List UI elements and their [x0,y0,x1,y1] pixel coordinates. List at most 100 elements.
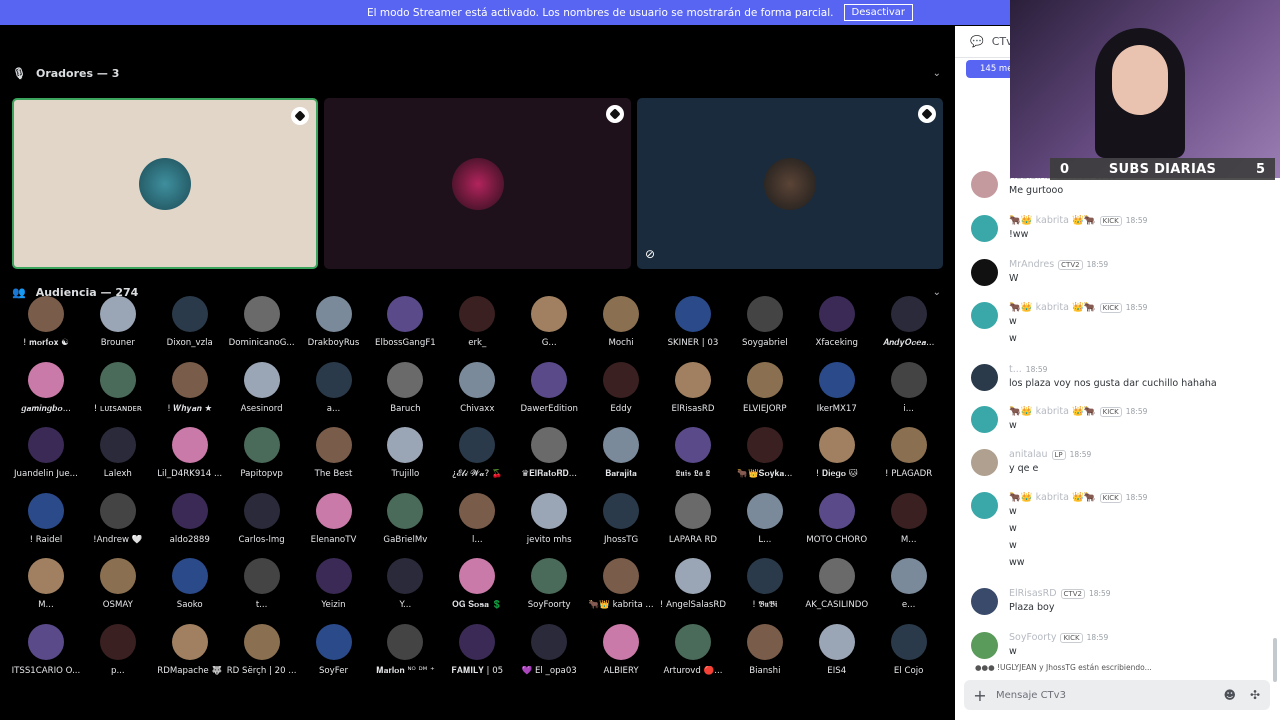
audience-member[interactable]: Dixon_vzla [154,294,226,360]
audience-member[interactable]: ElenanoTV [298,491,370,557]
scrollbar[interactable] [1273,638,1277,682]
message-author[interactable]: MrAndres [1009,259,1054,270]
audience-member[interactable]: 💜 El _opa03 [513,622,585,688]
audience-member[interactable]: OSMAY [82,556,154,622]
speakers-header[interactable]: 🎙 Oradores — 3 [12,63,119,83]
audience-member[interactable]: MOTO CHORO [801,491,873,557]
audience-member[interactable]: DrakboyRus [298,294,370,360]
audience-member[interactable]: Saoko [154,556,226,622]
message-input[interactable]: + Mensaje CTv3 ☻ ✣ [964,680,1270,710]
chevron-down-icon[interactable]: ⌄ [933,68,941,79]
audience-member[interactable]: i... [873,360,945,426]
audience-member[interactable]: JhossTG [585,491,657,557]
audience-member[interactable]: SKINER | 03 [657,294,729,360]
audience-member[interactable]: 𝑨𝒏𝒅𝒚𝑶𝒄𝒆𝒂... [873,294,945,360]
audience-member[interactable]: ! PLAGADR [873,425,945,491]
audience-member[interactable]: jevito mhs [513,491,585,557]
audience-member[interactable]: Brouner [82,294,154,360]
audience-member[interactable]: M... [873,491,945,557]
audience-member[interactable]: Trujillo [369,425,441,491]
audience-member[interactable]: IkerMX17 [801,360,873,426]
message-author[interactable]: t... [1009,364,1022,375]
audience-member[interactable]: Eddy [585,360,657,426]
audience-member[interactable]: Bianshi [729,622,801,688]
audience-member[interactable]: ! ʟᴜɪꜱᴀɴᴅᴇʀ [82,360,154,426]
audience-member[interactable]: ! AngelSalasRD [657,556,729,622]
audience-member[interactable]: ElbossGangF1 [369,294,441,360]
audience-member[interactable]: GaBrielMv [369,491,441,557]
audience-member[interactable]: Xfaceking [801,294,873,360]
message-author[interactable]: 🐂👑 kabrita 👑🐂 [1009,406,1096,417]
audience-member[interactable]: SoyFoorty [513,556,585,622]
audience-member[interactable]: AK_CASILINDO [801,556,873,622]
audience-member[interactable]: Mochi [585,294,657,360]
audience-member[interactable]: RDMapache 🐺 [154,622,226,688]
audience-member[interactable]: Baruch [369,360,441,426]
plus-icon[interactable]: + [964,686,996,705]
audience-member[interactable]: t... [226,556,298,622]
audience-member[interactable]: ALBIERY [585,622,657,688]
audience-member[interactable]: erk_ [441,294,513,360]
audience-member[interactable]: ! 𝕭𝖚𝕭𝖎 [729,556,801,622]
avatar [818,296,855,332]
audience-member[interactable]: DawerEdition [513,360,585,426]
audience-member[interactable]: Asesinord [226,360,298,426]
audience-member[interactable]: a... [298,360,370,426]
audience-member[interactable]: Chivaxx [441,360,513,426]
audience-member[interactable]: El Cojo [873,622,945,688]
audience-member[interactable]: Carlos-lmg [226,491,298,557]
audience-member[interactable]: Juandelin Jue... [10,425,82,491]
audience-member[interactable]: 𝒈𝒂𝒎𝒊𝒏𝒈𝒃𝒐... [10,360,82,426]
speaker-tile[interactable]: ⊘ [637,98,943,269]
speaker-tile[interactable] [324,98,631,269]
audience-member[interactable]: 𝐎𝐆 𝐒𝐨𝐬𝐚 💲 [441,556,513,622]
audience-member[interactable]: ELVIEJORP [729,360,801,426]
audience-member[interactable]: The Best [298,425,370,491]
audience-member[interactable]: EIS4 [801,622,873,688]
audience-member[interactable]: ! 𝑾𝒉𝒚𝒂𝒏 ★ [154,360,226,426]
message-author[interactable]: 🐂👑 kabrita 👑🐂 [1009,215,1096,226]
audience-member[interactable]: DominicanoG... [226,294,298,360]
audience-member[interactable]: ! Raidel [10,491,82,557]
audience-member[interactable]: Yeizin [298,556,370,622]
deactivate-button[interactable]: Desactivar [843,4,914,21]
audience-member[interactable]: Lalexh [82,425,154,491]
audience-member[interactable]: 𝐅𝐀𝐌𝐈𝐋𝐘 | 05 [441,622,513,688]
audience-member[interactable]: l... [441,491,513,557]
audience-member[interactable]: RD Šërçh | 20 ... [226,622,298,688]
message-author[interactable]: 🐂👑 kabrita 👑🐂 [1009,492,1096,503]
audience-member[interactable]: 𝐁𝐚𝐫𝐚𝐣𝐢𝐭𝐚 [585,425,657,491]
message-header: t... 18:59 [1009,364,1047,375]
audience-member[interactable]: LAPARA RD [657,491,729,557]
audience-member[interactable]: Lil_D4RK914 ... [154,425,226,491]
audience-member[interactable]: ! 𝐃𝐢𝐞𝐠𝐨 🐱 [801,425,873,491]
audience-member[interactable]: aldo2889 [154,491,226,557]
message-author[interactable]: anitalau [1009,449,1048,460]
audience-member[interactable]: Papitopvp [226,425,298,491]
audience-member[interactable]: p... [82,622,154,688]
audience-member[interactable]: 🐂👑 kabrita ... [585,556,657,622]
audience-member[interactable]: 𝕷𝖚𝖎𝖘 𝕷𝖆 𝕷 [657,425,729,491]
audience-member[interactable]: Soygabriel [729,294,801,360]
audience-member[interactable]: M... [10,556,82,622]
audience-member[interactable]: Arturovd 🔴... [657,622,729,688]
audience-member[interactable]: e... [873,556,945,622]
message-author[interactable]: SoyFoorty [1009,632,1056,643]
audience-member[interactable]: ¿𝓔𝓵𝓲 𝓦𝓪? 🍒 [441,425,513,491]
audience-member[interactable]: ! 𝐦𝐨𝐫𝐟𝐨𝐱 ☯ [10,294,82,360]
audience-member[interactable]: G... [513,294,585,360]
apps-icon[interactable]: ✣ [1250,688,1260,702]
audience-member[interactable]: 🐂👑𝐒𝐨𝐲𝐤𝐚... [729,425,801,491]
audience-member[interactable]: SoyFer [298,622,370,688]
emoji-icon[interactable]: ☻ [1223,688,1236,702]
audience-member[interactable]: L... [729,491,801,557]
audience-member[interactable]: !Andrew 🤍 [82,491,154,557]
audience-member[interactable]: ElRisasRD [657,360,729,426]
audience-member[interactable]: 𝐌𝐚𝐫𝐥𝐨𝐧 ᴺᴼ ᴰᴹ ⁺ [369,622,441,688]
speaker-tile[interactable] [12,98,318,269]
message-author[interactable]: ElRisasRD [1009,588,1057,599]
message-author[interactable]: 🐂👑 kabrita 👑🐂 [1009,302,1096,313]
audience-member[interactable]: Y... [369,556,441,622]
audience-member[interactable]: ITSS1CARIO O... [10,622,82,688]
audience-member[interactable]: ♛𝐄𝐥𝐑𝐚𝐭𝐨𝐑𝐃... [513,425,585,491]
